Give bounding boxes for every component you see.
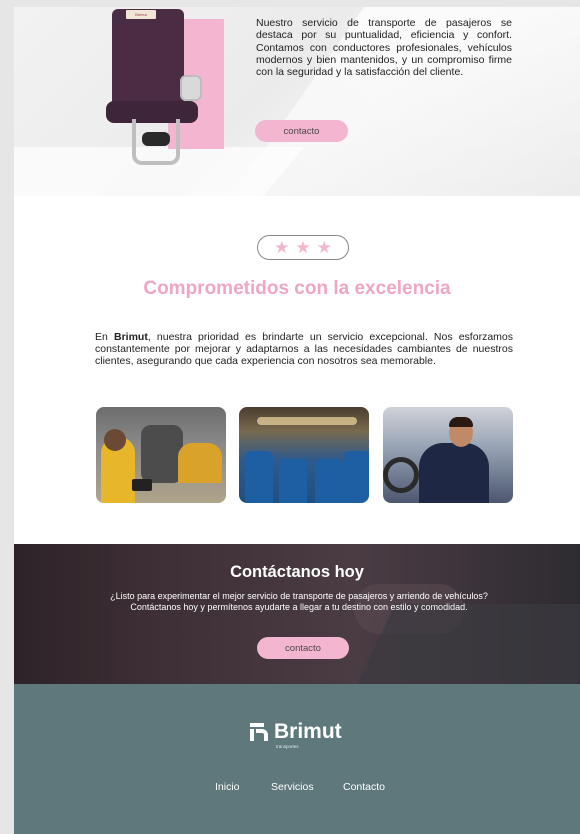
- photo1-tablet: [132, 479, 152, 491]
- photo1-child-head: [104, 429, 126, 451]
- star-icon: ★: [316, 238, 332, 257]
- excellence-text-start: En: [95, 331, 114, 343]
- hero-description: Nuestro servicio de transporte de pasaje…: [256, 17, 512, 79]
- seat-tag: Brimut: [126, 10, 156, 19]
- contact-section: Contáctanos hoy ¿Listo para experimentar…: [14, 544, 580, 684]
- photo3-driver-body: [419, 443, 489, 503]
- hero-section: Brimut Nuestro servicio de transporte de…: [14, 7, 580, 196]
- photo-family-car: [96, 407, 226, 503]
- photo2-seat: [315, 459, 343, 503]
- logo-subtitle: transportes: [276, 744, 299, 749]
- excellence-text-rest: , nuestra prioridad es brindarte un serv…: [95, 331, 513, 367]
- star-icon: ★: [295, 238, 311, 257]
- photo1-adult: [178, 443, 222, 483]
- brimut-logo[interactable]: Brimut: [248, 718, 342, 746]
- footer-link-inicio[interactable]: Inicio: [215, 781, 240, 793]
- star-icon: ★: [274, 238, 290, 257]
- logo-name: Brimut: [274, 720, 342, 743]
- footer-link-contacto[interactable]: Contacto: [343, 781, 385, 793]
- hero-contact-button[interactable]: contacto: [255, 120, 348, 142]
- excellence-brand: Brimut: [113, 331, 148, 343]
- contact-description: ¿Listo para experimentar el mejor servic…: [110, 591, 488, 612]
- photo2-seat: [245, 451, 273, 503]
- rating-stars: ★ ★ ★: [257, 235, 349, 260]
- brimut-logo-icon: [250, 723, 268, 741]
- photo-bus-interior: [239, 407, 369, 503]
- photo2-seat: [279, 459, 307, 503]
- seat-base: [142, 132, 170, 146]
- contact-title: Contáctanos hoy: [230, 563, 364, 581]
- photo2-light: [257, 417, 357, 425]
- photo1-seat: [141, 425, 183, 483]
- photo3-steering-wheel: [383, 457, 419, 493]
- footer-link-servicios[interactable]: Servicios: [271, 781, 314, 793]
- contact-button[interactable]: contacto: [257, 637, 349, 659]
- photo-driver: [383, 407, 513, 503]
- page: Brimut Nuestro servicio de transporte de…: [14, 7, 580, 834]
- footer: Brimut transportes Inicio Servicios Cont…: [14, 684, 580, 834]
- excellence-title: Comprometidos con la excelencia: [143, 278, 451, 299]
- seat-back: [112, 9, 184, 109]
- photo2-seat: [343, 451, 369, 503]
- excellence-description: En Brimut, nuestra prioridad es brindart…: [95, 331, 513, 367]
- photo3-driver-hair: [449, 417, 473, 427]
- seat-armrest: [180, 75, 202, 101]
